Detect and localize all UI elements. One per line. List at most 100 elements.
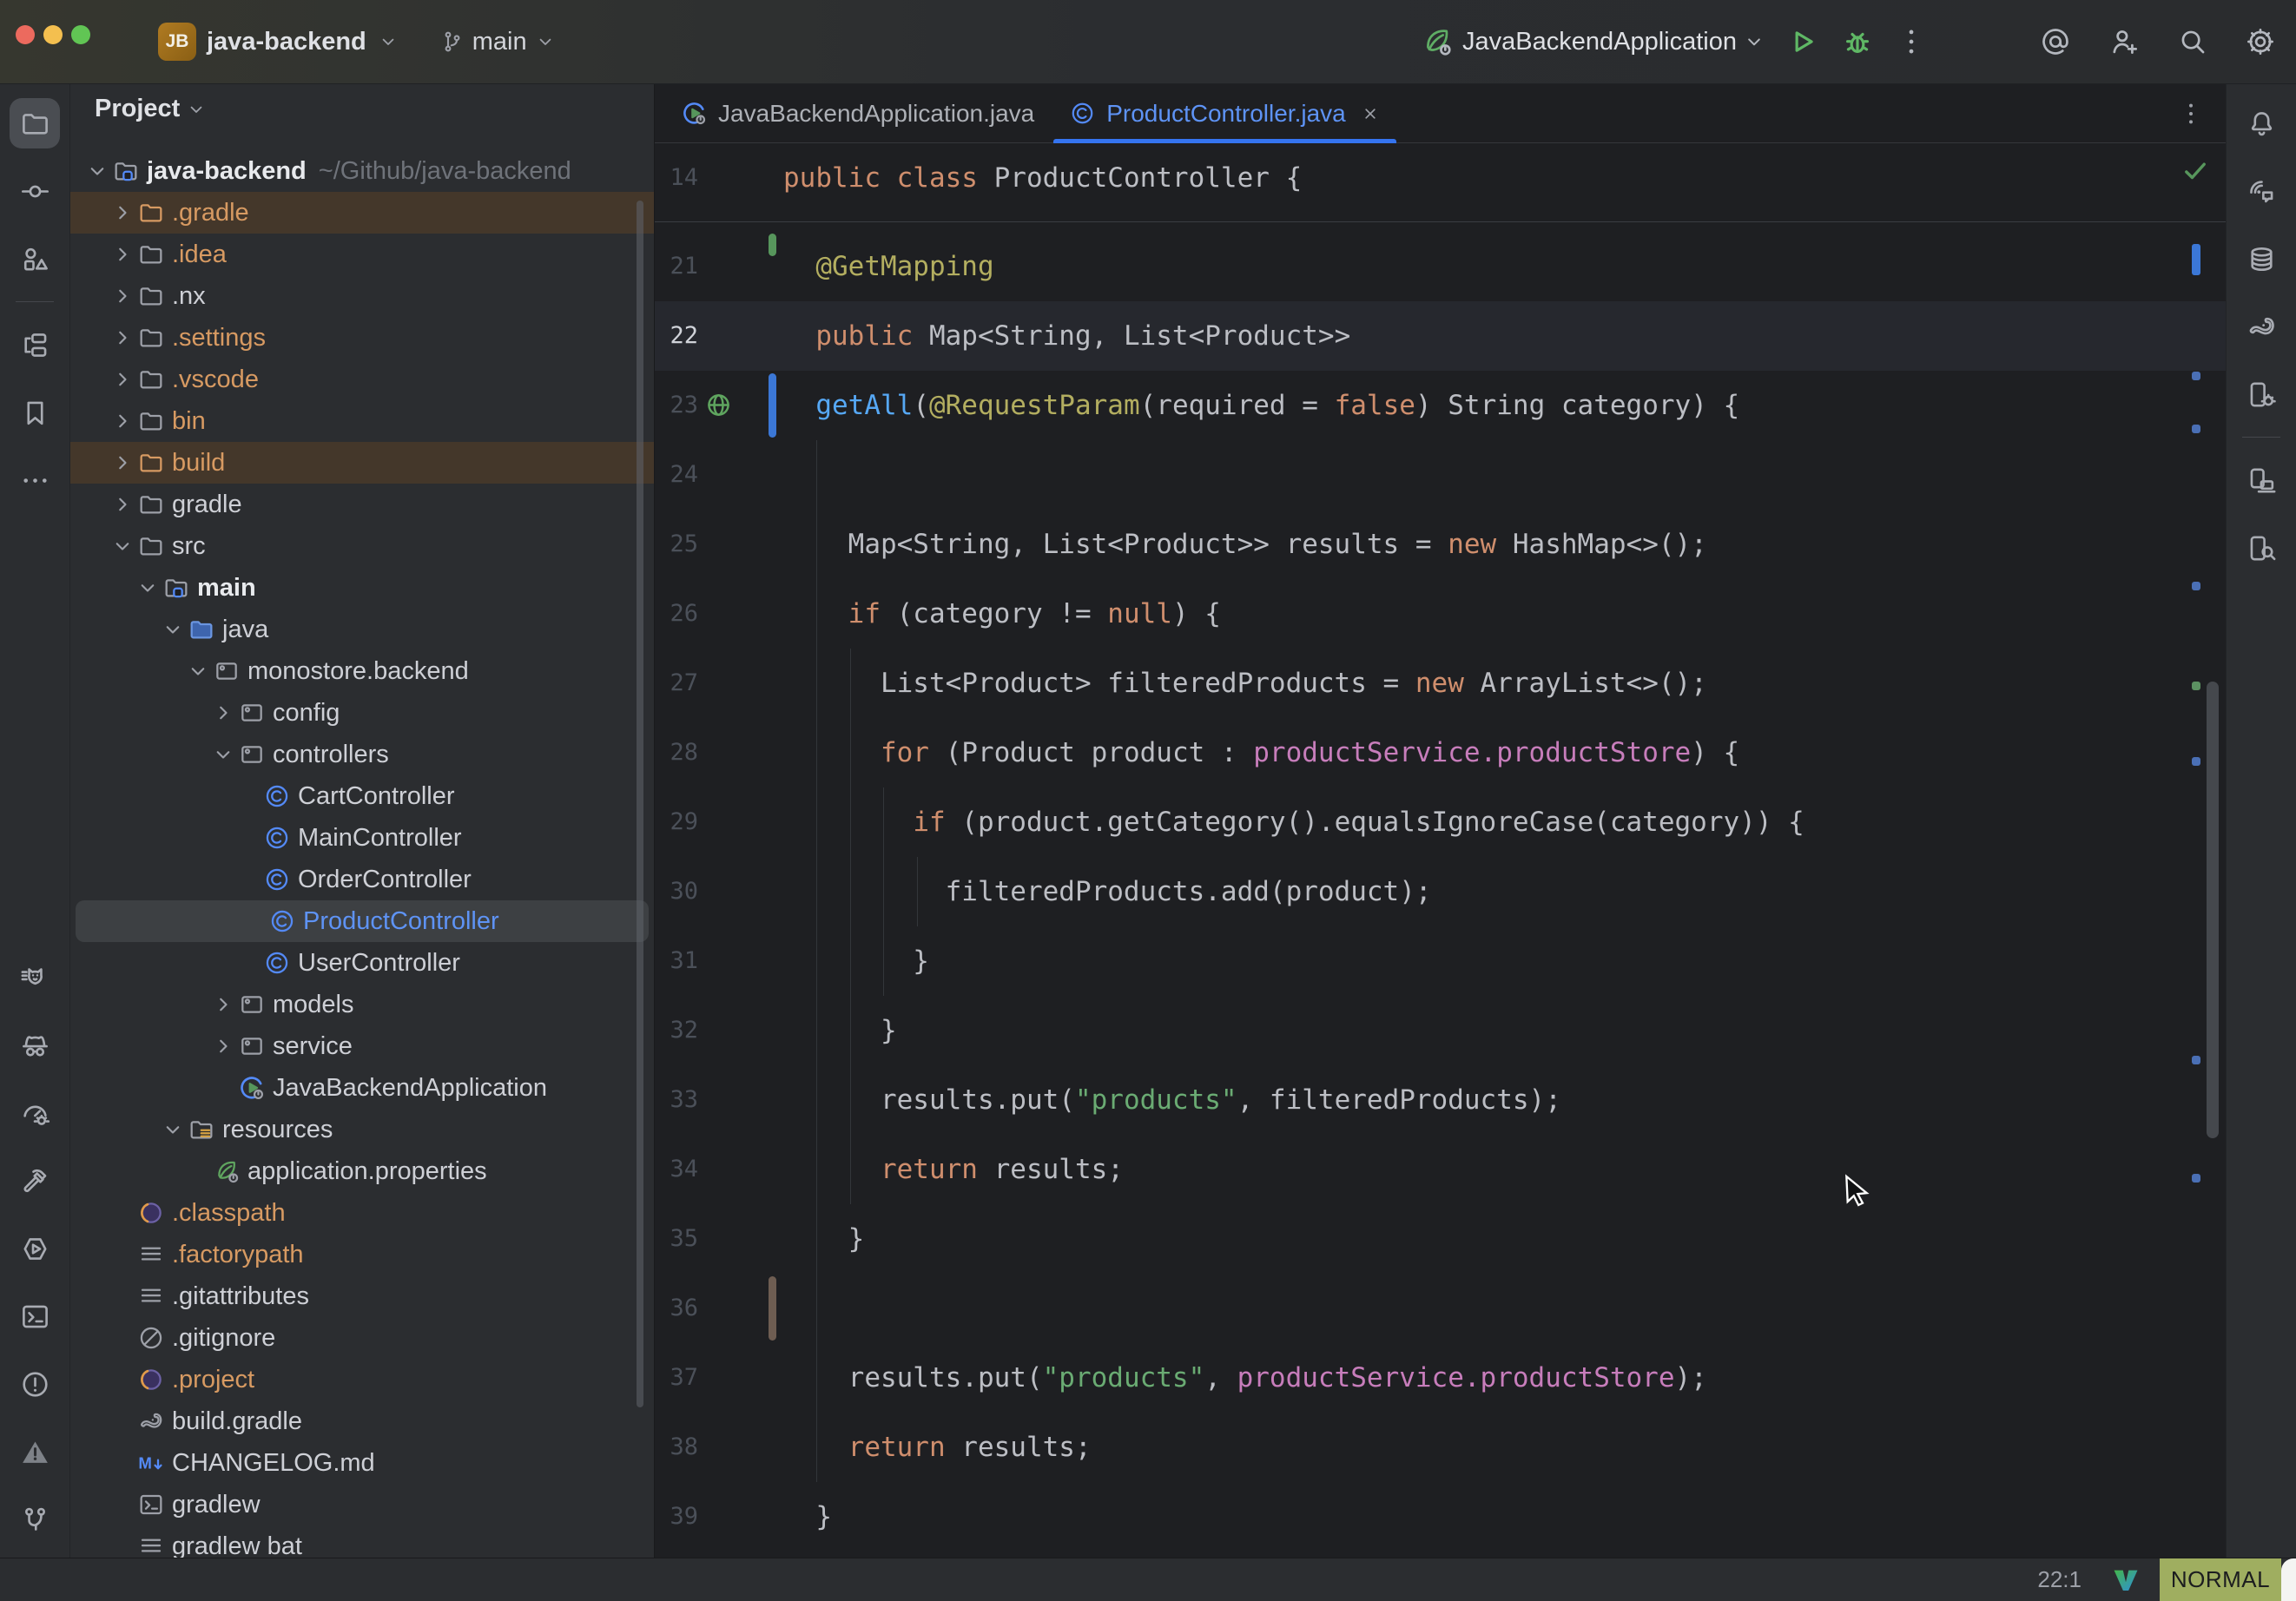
error-stripe-mark[interactable] xyxy=(2192,682,2200,690)
tool-button-warnings[interactable] xyxy=(0,1418,69,1486)
maximize-window-button[interactable] xyxy=(71,25,90,44)
tree-item-java-backend[interactable]: java-backend~/Github/java-backend xyxy=(70,150,654,192)
caret-position-widget[interactable]: 22:1 xyxy=(2037,1566,2082,1593)
chevron-right-icon[interactable] xyxy=(109,283,135,309)
code-with-me-button[interactable] xyxy=(2108,25,2141,58)
chevron-down-icon[interactable] xyxy=(185,658,211,684)
tree-item-gradlew-bat[interactable]: gradlew bat xyxy=(70,1525,654,1558)
tool-button-database[interactable] xyxy=(2227,225,2296,293)
minimize-window-button[interactable] xyxy=(43,25,63,44)
tree-item-gradle[interactable]: gradle xyxy=(70,484,654,525)
tool-button-services[interactable] xyxy=(0,1215,69,1282)
settings-button[interactable] xyxy=(2244,25,2277,58)
ai-assistant-button[interactable] xyxy=(2039,25,2072,58)
branch-selector[interactable]: main xyxy=(439,28,557,56)
editor-area[interactable]: JavaBackendApplication.javaProductContro… xyxy=(655,84,2226,1558)
chevron-right-icon[interactable] xyxy=(109,325,135,351)
tool-button-more-tool-windows[interactable] xyxy=(0,446,69,514)
chevron-right-icon[interactable] xyxy=(109,491,135,517)
tree-item--factorypath[interactable]: .factorypath xyxy=(70,1234,654,1275)
error-stripe-mark[interactable] xyxy=(2192,425,2200,433)
tool-button-bookmarks[interactable] xyxy=(0,379,69,446)
chevron-down-icon[interactable] xyxy=(160,1117,186,1143)
tool-button-copilot[interactable] xyxy=(0,944,69,1011)
ideavim-icon[interactable] xyxy=(2111,1565,2141,1595)
tool-button-device-explorer[interactable] xyxy=(2227,514,2296,582)
run-button[interactable] xyxy=(1785,25,1818,58)
tool-button-pull-requests[interactable] xyxy=(0,225,69,293)
search-everywhere-button[interactable] xyxy=(2176,25,2209,58)
chevron-down-icon[interactable] xyxy=(135,575,161,601)
tree-item--project[interactable]: .project xyxy=(70,1359,654,1400)
error-stripe-mark[interactable] xyxy=(2192,582,2200,590)
tree-item-main[interactable]: main xyxy=(70,567,654,609)
tool-button-version-control[interactable] xyxy=(0,1486,69,1553)
tree-item-service[interactable]: service xyxy=(70,1025,654,1067)
tool-button-build[interactable] xyxy=(0,1147,69,1215)
tree-item-gradlew[interactable]: gradlew xyxy=(70,1484,654,1525)
more-actions-button[interactable] xyxy=(1895,25,1928,58)
tree-item-config[interactable]: config xyxy=(70,692,654,734)
chevron-right-icon[interactable] xyxy=(210,992,236,1018)
tab-productcontroller-java[interactable]: ProductController.java xyxy=(1052,84,1397,142)
tree-item--gitignore[interactable]: .gitignore xyxy=(70,1317,654,1359)
tree-item--idea[interactable]: .idea xyxy=(70,234,654,275)
tool-button-commit[interactable] xyxy=(0,157,69,225)
error-stripe-mark[interactable] xyxy=(2192,372,2200,380)
tool-button-terminal[interactable] xyxy=(0,1282,69,1350)
tool-button-device-mirroring[interactable] xyxy=(2227,446,2296,514)
chevron-right-icon[interactable] xyxy=(210,1033,236,1059)
run-configuration-selector[interactable]: JavaBackendApplication xyxy=(1462,28,1737,56)
tool-button-running-devices[interactable] xyxy=(2227,360,2296,428)
fold-separator[interactable] xyxy=(655,213,2226,232)
tree-item--gradle[interactable]: .gradle xyxy=(70,192,654,234)
tab-options-button[interactable] xyxy=(2177,100,2205,128)
tool-button-profiler[interactable] xyxy=(0,1079,69,1147)
endpoint-globe-icon[interactable] xyxy=(703,390,734,420)
tree-item-controllers[interactable]: controllers xyxy=(70,734,654,775)
editor-scrollbar[interactable] xyxy=(2207,682,2219,1138)
tool-button-incognito[interactable] xyxy=(0,1011,69,1079)
project-selector[interactable]: java-backend xyxy=(207,28,366,56)
tree-item--gitattributes[interactable]: .gitattributes xyxy=(70,1275,654,1317)
tree-item--classpath[interactable]: .classpath xyxy=(70,1192,654,1234)
tree-item-javabackendapplication[interactable]: JavaBackendApplication xyxy=(70,1067,654,1109)
tree-item-application-properties[interactable]: application.properties xyxy=(70,1150,654,1192)
debug-button[interactable] xyxy=(1841,25,1874,58)
tab-javabackendapplication-java[interactable]: JavaBackendApplication.java xyxy=(663,84,1052,142)
tree-item--nx[interactable]: .nx xyxy=(70,275,654,317)
close-window-button[interactable] xyxy=(16,25,35,44)
tree-item-resources[interactable]: resources xyxy=(70,1109,654,1150)
tree-item-cartcontroller[interactable]: CartController xyxy=(70,775,654,817)
tree-item-usercontroller[interactable]: UserController xyxy=(70,942,654,984)
error-stripe-mark[interactable] xyxy=(2192,1174,2200,1183)
tool-button-ai-assistant[interactable] xyxy=(2227,157,2296,225)
chevron-down-icon[interactable] xyxy=(109,533,135,559)
tree-item-productcontroller[interactable]: ProductController xyxy=(76,900,649,942)
tool-button-notifications[interactable] xyxy=(2227,89,2296,157)
error-stripe-mark[interactable] xyxy=(2192,757,2200,766)
tree-item-changelog-md[interactable]: MCHANGELOG.md xyxy=(70,1442,654,1484)
tool-button-gradle[interactable] xyxy=(2227,293,2296,360)
tool-button-structure[interactable] xyxy=(0,311,69,379)
tool-button-problems[interactable] xyxy=(0,1350,69,1418)
chevron-right-icon[interactable] xyxy=(109,450,135,476)
vim-mode-badge[interactable]: NORMAL xyxy=(2160,1558,2281,1601)
chevron-right-icon[interactable] xyxy=(109,366,135,392)
chevron-right-icon[interactable] xyxy=(210,700,236,726)
error-stripe-mark[interactable] xyxy=(2192,244,2200,275)
tree-item--settings[interactable]: .settings xyxy=(70,317,654,359)
tree-item-models[interactable]: models xyxy=(70,984,654,1025)
tree-item-build[interactable]: build xyxy=(70,442,654,484)
tree-item-ordercontroller[interactable]: OrderController xyxy=(70,859,654,900)
tree-item-build-gradle[interactable]: build.gradle xyxy=(70,1400,654,1442)
project-tree-scrollbar[interactable] xyxy=(637,201,643,1407)
tree-item--vscode[interactable]: .vscode xyxy=(70,359,654,400)
tree-item-maincontroller[interactable]: MainController xyxy=(70,817,654,859)
chevron-right-icon[interactable] xyxy=(109,408,135,434)
chevron-down-icon[interactable] xyxy=(84,158,110,184)
chevron-right-icon[interactable] xyxy=(109,241,135,267)
tree-item-monostore-backend[interactable]: monostore.backend xyxy=(70,650,654,692)
chevron-down-icon[interactable] xyxy=(160,616,186,642)
tree-item-src[interactable]: src xyxy=(70,525,654,567)
